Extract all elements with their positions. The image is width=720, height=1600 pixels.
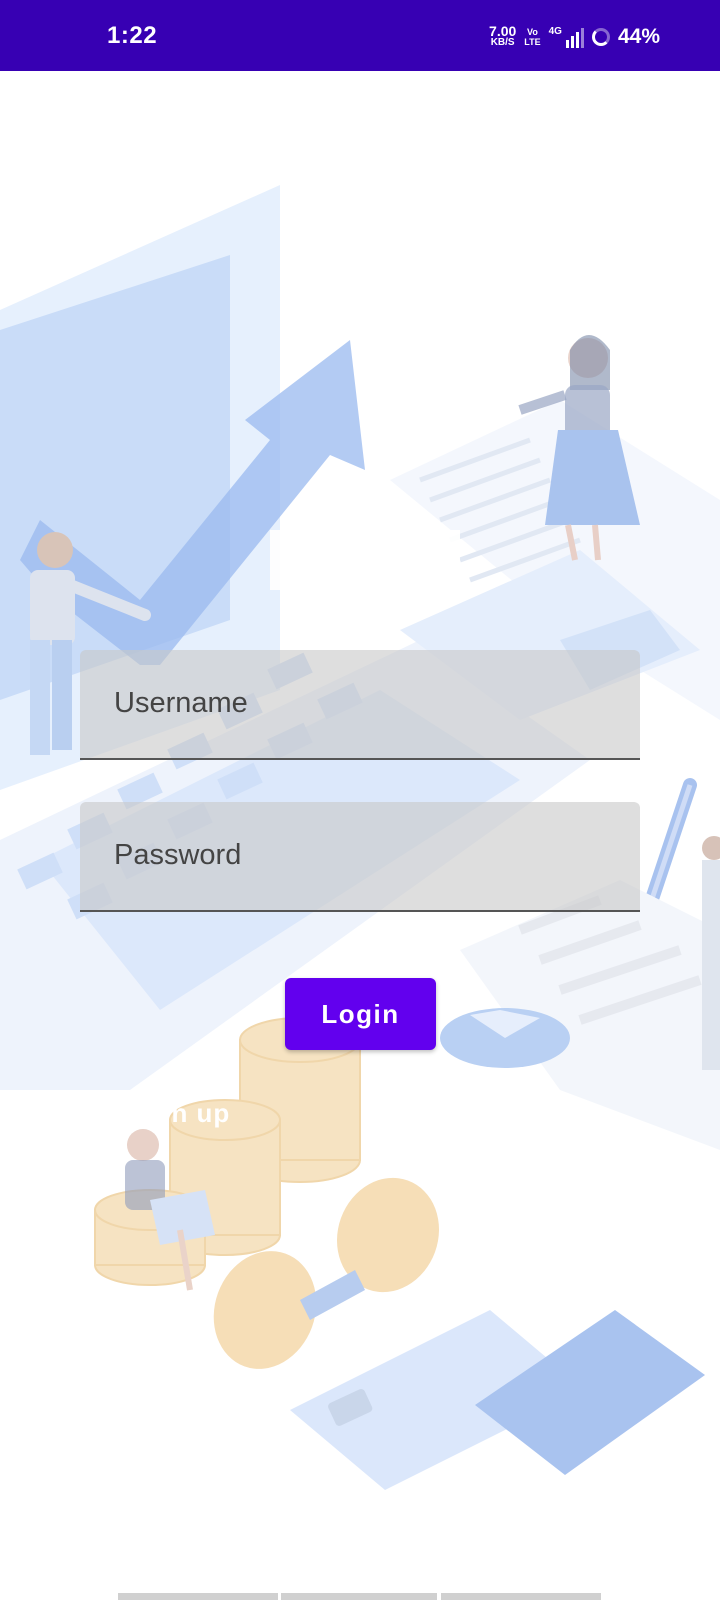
volte-icon: Vo LTE [524, 27, 540, 47]
signal-icon: 4G [549, 26, 584, 48]
network-speed-unit: KB/S [490, 37, 515, 48]
nav-indicator-right [441, 1593, 601, 1600]
status-icons: 7.00 KB/S Vo LTE 4G 44% [489, 22, 660, 52]
password-input[interactable] [112, 838, 616, 873]
network-speed: 7.00 KB/S [489, 23, 517, 49]
network-speed-value: 7.00 [489, 23, 517, 39]
network-type: 4G [548, 26, 562, 37]
battery-icon [591, 28, 610, 46]
username-field[interactable] [80, 650, 640, 760]
forgot-password-link[interactable]: Forgot Password [360, 1098, 587, 1129]
status-time: 1:22 [107, 22, 158, 49]
nav-indicator-left [118, 1593, 278, 1600]
battery-percent: 44% [617, 25, 660, 48]
login-title: Login [270, 530, 460, 590]
username-input[interactable] [112, 686, 616, 721]
signup-link[interactable]: Sign up [128, 1098, 230, 1129]
status-bar: 1:22 7.00 KB/S Vo LTE 4G 44% [0, 0, 720, 71]
password-field[interactable] [80, 802, 640, 912]
volte-top: Vo [527, 27, 538, 37]
volte-bottom: LTE [524, 37, 541, 47]
nav-indicator-center [281, 1593, 437, 1600]
login-button[interactable]: Login [285, 978, 436, 1050]
